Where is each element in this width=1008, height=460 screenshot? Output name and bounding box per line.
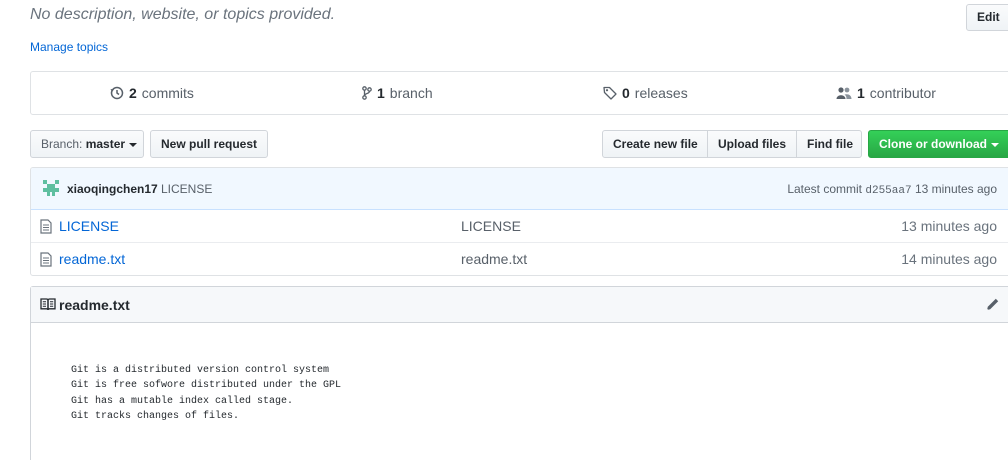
- readme-line: Git is free sofwore distributed under th…: [71, 380, 342, 392]
- commits-count: 2: [129, 85, 137, 101]
- branch-label: branch: [389, 85, 433, 101]
- commit-sha-link[interactable]: d255aa7: [865, 185, 911, 197]
- edit-button[interactable]: Edit: [966, 4, 1008, 31]
- contributors-stat[interactable]: 1 contributor: [836, 72, 936, 114]
- commit-author-link[interactable]: xiaoqingchen17: [67, 182, 158, 196]
- commit-age: 13 minutes ago: [914, 182, 997, 196]
- file-commit-message-link[interactable]: LICENSE: [461, 218, 521, 234]
- readme-content: Git is a distributed version control sys…: [71, 363, 341, 424]
- people-icon: [836, 87, 852, 99]
- commits-label: commits: [141, 85, 194, 101]
- releases-count: 0: [622, 85, 630, 101]
- branch-icon: [362, 86, 372, 100]
- find-file-button[interactable]: Find file: [796, 130, 862, 158]
- file-list: xiaoqingchen17 LICENSE Latest commit d25…: [30, 167, 1008, 276]
- contributors-label: contributor: [869, 85, 936, 101]
- file-commit-message-link[interactable]: readme.txt: [461, 251, 527, 267]
- branch-name: master: [85, 137, 126, 151]
- latest-commit-info: Latest commit d255aa7 13 minutes ago: [787, 182, 997, 197]
- branch-count: 1: [377, 85, 385, 101]
- latest-commit-bar: xiaoqingchen17 LICENSE Latest commit d25…: [31, 168, 1008, 210]
- caret-down-icon: [129, 142, 138, 147]
- repo-stats-bar: 2 commits 1 branch 0 releases 1 contribu…: [30, 71, 1008, 115]
- file-icon: [40, 219, 52, 234]
- contributors-count: 1: [857, 85, 865, 101]
- readme-panel: readme.txt Git is a distributed version …: [30, 286, 1008, 460]
- branch-prefix: Branch:: [41, 137, 83, 151]
- readme-header: readme.txt: [31, 287, 1008, 323]
- tag-icon: [603, 86, 617, 100]
- commits-stat[interactable]: 2 commits: [110, 72, 194, 114]
- file-name-link[interactable]: LICENSE: [59, 218, 119, 234]
- branch-select-button[interactable]: Branch: master: [30, 130, 144, 158]
- create-new-file-button[interactable]: Create new file: [602, 130, 708, 158]
- readme-line: Git tracks changes of files.: [71, 410, 240, 422]
- caret-down-icon: [991, 142, 999, 147]
- branch-stat[interactable]: 1 branch: [362, 72, 433, 114]
- file-age: 13 minutes ago: [901, 218, 997, 234]
- file-row: readme.txt readme.txt 14 minutes ago: [31, 243, 1008, 275]
- file-icon: [40, 252, 52, 267]
- repo-description: No description, website, or topics provi…: [30, 6, 336, 23]
- readme-line: Git is a distributed version control sys…: [71, 365, 330, 376]
- releases-label: releases: [634, 85, 688, 101]
- releases-stat[interactable]: 0 releases: [603, 72, 688, 114]
- clone-label: Clone or download: [879, 137, 987, 151]
- file-age: 14 minutes ago: [901, 251, 997, 267]
- readme-title: readme.txt: [59, 297, 130, 313]
- file-name-link[interactable]: readme.txt: [59, 251, 125, 267]
- pencil-icon[interactable]: [986, 297, 1000, 311]
- avatar[interactable]: [41, 178, 61, 198]
- readme-line: Git has a mutable index called stage.: [71, 395, 294, 407]
- history-icon: [110, 86, 124, 100]
- latest-commit-label: Latest commit: [787, 182, 863, 196]
- commit-message-link[interactable]: LICENSE: [161, 182, 212, 196]
- upload-files-button[interactable]: Upload files: [707, 130, 797, 158]
- new-pull-request-button[interactable]: New pull request: [150, 130, 268, 158]
- file-row: LICENSE LICENSE 13 minutes ago: [31, 210, 1008, 243]
- manage-topics-link[interactable]: Manage topics: [30, 40, 108, 54]
- book-icon: [40, 298, 56, 311]
- clone-or-download-button[interactable]: Clone or download: [868, 130, 1008, 158]
